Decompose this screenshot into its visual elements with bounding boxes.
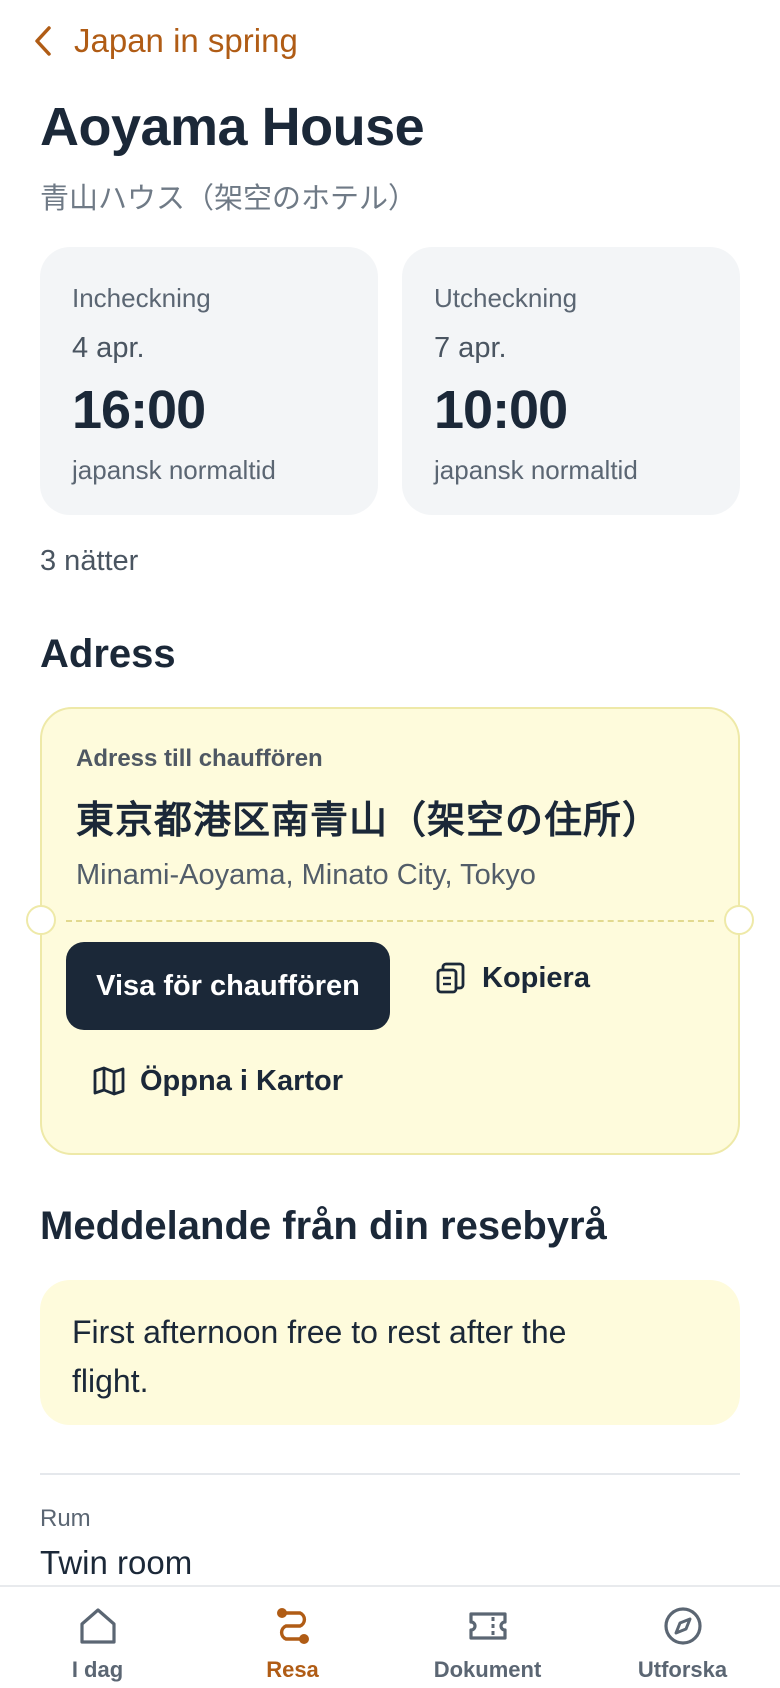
section-divider	[40, 1473, 740, 1475]
checkin-label: Incheckning	[72, 283, 211, 313]
compass-icon	[663, 1607, 702, 1645]
copy-label: Kopiera	[482, 961, 590, 994]
room-label: Rum	[40, 1505, 91, 1532]
map-icon	[93, 1066, 125, 1096]
open-maps-button[interactable]: Öppna i Kartor	[92, 1064, 343, 1098]
tab-trip[interactable]: Resa	[195, 1587, 390, 1688]
tab-documents-label: Dokument	[433, 1657, 542, 1682]
bottom-tab-bar: I dag Resa Dokument Utforska	[0, 1585, 780, 1688]
ticket-notch-left	[26, 905, 56, 935]
address-card-label: Adress till chauffören	[76, 745, 323, 772]
open-maps-label: Öppna i Kartor	[140, 1064, 344, 1097]
checkin-timezone: japansk normaltid	[72, 455, 276, 485]
show-driver-button[interactable]: Visa för chauffören	[66, 942, 390, 1030]
chevron-left-icon	[35, 26, 51, 56]
address-heading: Adress	[40, 632, 176, 676]
tab-today[interactable]: I dag	[0, 1587, 195, 1688]
checkout-date: 7 apr.	[434, 332, 507, 364]
checkin-time: 16:00	[72, 380, 206, 440]
ticket-icon	[468, 1612, 507, 1640]
checkout-timezone: japansk normaltid	[434, 455, 638, 485]
copy-icon	[436, 962, 465, 994]
room-value: Twin room	[40, 1544, 193, 1581]
home-icon	[79, 1608, 116, 1644]
back-button[interactable]: Japan in spring	[30, 22, 298, 60]
ticket-notch-right	[724, 905, 754, 935]
route-icon	[276, 1608, 309, 1644]
agency-message-card: First afternoon free to rest after the f…	[40, 1280, 740, 1425]
perforation-divider	[66, 920, 714, 922]
tab-today-label: I dag	[71, 1657, 124, 1682]
agency-message-text: First afternoon free to rest after the f…	[72, 1314, 567, 1399]
agency-message-heading: Meddelande från din resebyrå	[40, 1204, 607, 1248]
address-romaji: Minami-Aoyama, Minato City, Tokyo	[76, 859, 536, 891]
copy-button[interactable]: Kopiera	[434, 961, 590, 995]
tab-trip-label: Resa	[266, 1657, 319, 1682]
checkout-time: 10:00	[434, 380, 568, 440]
checkin-date: 4 apr.	[72, 332, 145, 364]
checkin-card: Incheckning 4 apr. 16:00 japansk normalt…	[40, 247, 378, 515]
address-japanese: 東京都港区南青山（架空の住所）	[76, 798, 662, 842]
back-label: Japan in spring	[74, 22, 298, 59]
address-card: Adress till chauffören 東京都港区南青山（架空の住所） M…	[26, 707, 754, 1155]
checkout-card: Utcheckning 7 apr. 10:00 japansk normalt…	[402, 247, 740, 515]
checkout-label: Utcheckning	[434, 283, 578, 313]
hotel-local-name: 青山ハウス（架空のホテル）	[40, 181, 418, 215]
tab-explore-label: Utforska	[637, 1657, 728, 1682]
nights-count: 3 nätter	[40, 545, 139, 577]
page-title: Aoyama House	[40, 97, 425, 157]
tab-documents[interactable]: Dokument	[390, 1587, 585, 1688]
tab-explore[interactable]: Utforska	[585, 1587, 780, 1688]
